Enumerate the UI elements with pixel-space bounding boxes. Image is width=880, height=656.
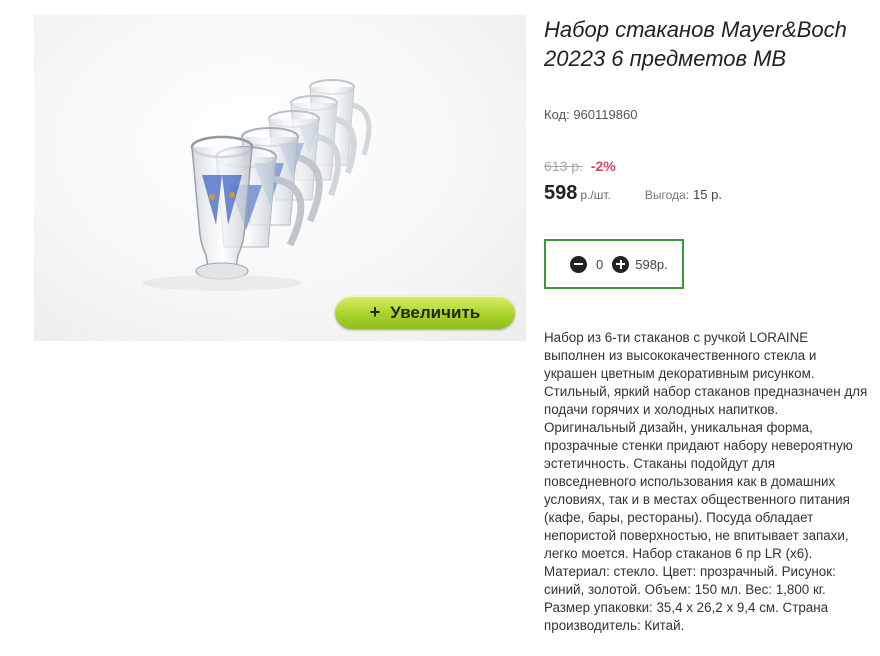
product-image[interactable]: + Увеличить [34,15,526,341]
quantity-value[interactable]: 0 [596,257,603,272]
current-price: 598 [544,182,578,204]
price-row: 598 р./шт. Выгода: 15 р. [544,182,722,205]
discount-badge: -2% [590,158,616,174]
glasses-illustration [142,79,372,291]
benefit-label: Выгода: [644,188,690,202]
product-title: Набор стаканов Mayer&Boch 20223 6 предме… [544,17,847,71]
price-unit: р./шт. [580,188,611,202]
benefit-value: 15 р. [693,187,722,202]
old-price-row: 613 р. -2% [544,158,616,174]
zoom-button-label: Увеличить [390,302,481,322]
zoom-button[interactable]: + Увеличить [335,296,515,329]
cart-total: 598р. [635,256,668,272]
product-code: Код: 960119860 [544,107,638,122]
old-price: 613 р. [544,158,583,174]
quantity-stepper: 0 598р. [544,239,684,289]
plus-icon: + [369,302,381,322]
plus-circle-icon[interactable] [612,255,630,273]
minus-circle-icon[interactable] [570,255,587,273]
product-description: Набор из 6-ти стаканов с ручкой LORAINE … [544,330,868,633]
